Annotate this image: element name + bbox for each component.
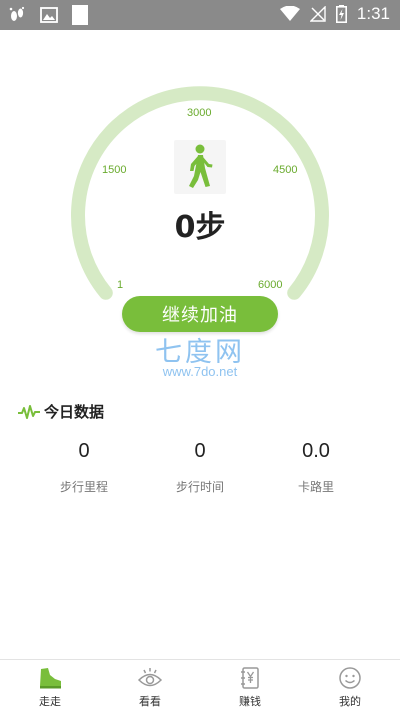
step-count-value: 0 — [174, 210, 196, 245]
step-count-unit: 步 — [195, 210, 226, 245]
today-data-title: 今日数据 — [44, 403, 105, 421]
status-time: 1:31 — [356, 4, 390, 23]
smiley-icon — [339, 667, 361, 689]
wifi-icon — [279, 6, 300, 21]
watermark-url: www.7do.net — [162, 364, 238, 379]
stat-value: 0.0 — [302, 440, 330, 462]
status-bar: 1:31 — [0, 0, 400, 30]
stat-walk-time: 0 步行时间 — [133, 440, 267, 495]
stat-label: 步行时间 — [175, 480, 224, 494]
gauge-tick-min: 1 — [117, 279, 124, 291]
tab-look[interactable]: 看看 — [100, 660, 200, 710]
shoe-icon — [40, 668, 61, 689]
tab-label: 看看 — [139, 695, 161, 708]
stat-label: 步行里程 — [59, 480, 108, 494]
footprints-icon — [9, 6, 25, 21]
eye-icon — [137, 668, 163, 687]
tab-label: 我的 — [339, 695, 361, 708]
tab-earn[interactable]: 赚钱 — [200, 660, 300, 710]
gauge-tick-3000: 3000 — [187, 107, 212, 119]
pulse-icon — [18, 404, 40, 419]
image-icon — [40, 7, 58, 23]
walking-person-icon — [174, 140, 226, 194]
gauge-tick-max: 6000 — [258, 279, 283, 291]
tab-mine[interactable]: 我的 — [300, 660, 400, 710]
tab-label: 赚钱 — [239, 695, 261, 708]
stat-value: 0 — [78, 440, 90, 462]
no-signal-icon — [309, 6, 326, 22]
today-data-header: 今日数据 — [18, 401, 104, 422]
gauge-tick-1500: 1500 — [102, 164, 127, 176]
stat-calories: 0.0 卡路里 — [249, 440, 383, 495]
tab-walk[interactable]: 走走 — [0, 660, 100, 710]
stat-value: 0 — [194, 440, 206, 462]
step-count: 0步 — [0, 202, 400, 246]
stat-walk-distance: 0 步行里程 — [17, 440, 151, 495]
gauge-tick-4500: 4500 — [273, 164, 298, 176]
blank-notification-icon — [72, 5, 88, 25]
status-bar-right: 1:31 — [279, 4, 390, 24]
battery-charging-icon — [335, 5, 347, 23]
stat-label: 卡路里 — [297, 480, 334, 494]
status-bar-left — [8, 5, 88, 25]
yuan-note-icon — [241, 667, 259, 689]
bottom-tab-bar: 走走 看看 赚钱 我的 — [0, 659, 400, 710]
keep-going-button[interactable]: 继续加油 — [122, 296, 278, 332]
tab-label: 走走 — [39, 695, 61, 708]
